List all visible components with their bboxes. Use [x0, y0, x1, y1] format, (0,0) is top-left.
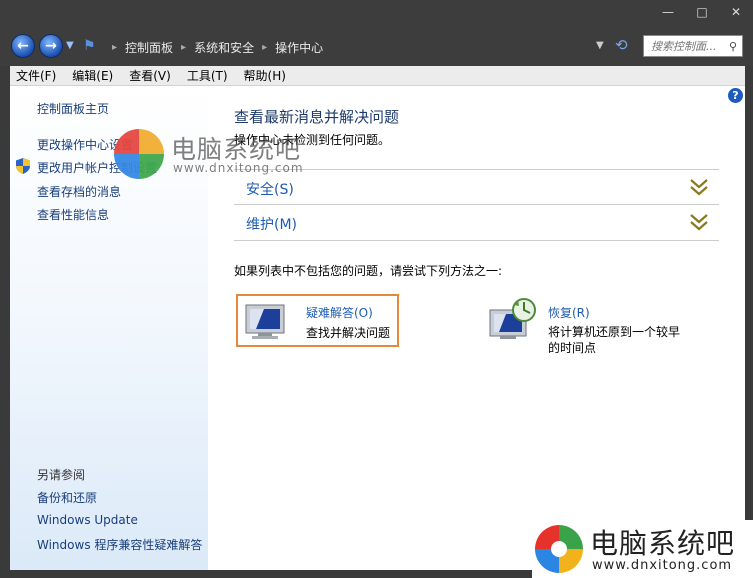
- menu-tools[interactable]: 工具(T): [187, 67, 228, 84]
- troubleshooting-option[interactable]: 疑难解答(O) 查找并解决问题: [236, 294, 399, 347]
- help-icon[interactable]: ?: [728, 88, 743, 103]
- window-controls: — □ ✕: [651, 0, 753, 24]
- search-box[interactable]: ⚲: [643, 35, 743, 57]
- back-button[interactable]: ←: [11, 34, 35, 58]
- suggestion-text: 如果列表中不包括您的问题，请尝试下列方法之一:: [234, 264, 503, 278]
- menu-help[interactable]: 帮助(H): [244, 67, 286, 84]
- minimize-button[interactable]: —: [651, 0, 685, 24]
- troubleshooting-description: 查找并解决问题: [306, 326, 391, 340]
- recovery-description: 将计算机还原到一个较早的时间点: [548, 325, 681, 355]
- watermark-badge: 电脑系统吧 www.dnxitong.com: [532, 520, 753, 578]
- sidebar-link-performance-info[interactable]: 查看性能信息: [37, 206, 109, 223]
- watermark-url: www.dnxitong.com: [173, 161, 304, 175]
- sidebar-link-control-panel-home[interactable]: 控制面板主页: [37, 100, 109, 117]
- breadcrumb: ▸ 控制面板 ▸ 系统和安全 ▸ 操作中心: [104, 39, 323, 56]
- refresh-icon[interactable]: ⟲: [615, 36, 628, 54]
- address-dropdown-icon[interactable]: ▼: [596, 40, 604, 51]
- close-button[interactable]: ✕: [719, 0, 753, 24]
- uac-shield-icon: [16, 158, 30, 174]
- menu-file[interactable]: 文件(F): [16, 67, 56, 84]
- watermark-logo-icon: [114, 129, 164, 179]
- watermark-url: www.dnxitong.com: [592, 558, 733, 573]
- page-title: 查看最新消息并解决问题: [234, 108, 400, 126]
- security-section-label: 安全(S): [246, 182, 294, 198]
- recent-pages-dropdown-icon[interactable]: ▼: [66, 40, 74, 51]
- breadcrumb-separator-icon[interactable]: ▸: [181, 42, 186, 53]
- menu-view[interactable]: 查看(V): [129, 67, 171, 84]
- menu-edit[interactable]: 编辑(E): [72, 67, 113, 84]
- sidebar-link-archived-messages[interactable]: 查看存档的消息: [37, 183, 121, 200]
- watermark-title: 电脑系统吧: [590, 527, 736, 560]
- forward-button[interactable]: →: [39, 34, 63, 58]
- expand-chevron-icon[interactable]: [689, 213, 709, 231]
- address-row: ← → ▼ ⚑ ▸ 控制面板 ▸ 系统和安全 ▸ 操作中心 ▼ ⟲ ⚲: [0, 30, 753, 62]
- expand-chevron-icon[interactable]: [689, 178, 709, 196]
- troubleshooting-icon: [245, 304, 285, 339]
- troubleshooting-link[interactable]: 疑难解答(O): [306, 304, 373, 321]
- breadcrumb-action-center[interactable]: 操作中心: [275, 39, 323, 56]
- title-bar: — □ ✕ ← → ▼ ⚑ ▸ 控制面板 ▸ 系统和安全 ▸ 操作中心 ▼ ⟲ …: [0, 0, 753, 66]
- menu-bar: 文件(F) 编辑(E) 查看(V) 工具(T) 帮助(H): [10, 66, 745, 86]
- watermark-logo-icon: [535, 525, 583, 573]
- sidebar-link-backup-restore[interactable]: 备份和还原: [37, 489, 97, 506]
- breadcrumb-separator-icon[interactable]: ▸: [262, 42, 267, 53]
- maintenance-section-label: 维护(M): [246, 217, 298, 233]
- search-input[interactable]: [651, 39, 727, 53]
- search-icon[interactable]: ⚲: [729, 40, 737, 53]
- recovery-link[interactable]: 恢复(R): [548, 304, 590, 321]
- action-center-flag-icon: ⚑: [83, 38, 96, 54]
- sidebar-link-windows-update[interactable]: Windows Update: [37, 513, 138, 527]
- maximize-button[interactable]: □: [685, 0, 719, 24]
- breadcrumb-separator-icon[interactable]: ▸: [112, 42, 117, 53]
- watermark-overlay: 电脑系统吧 www.dnxitong.com: [113, 128, 323, 180]
- see-also-heading: 另请参阅: [37, 468, 86, 482]
- sidebar-link-compatibility-troubleshooter[interactable]: Windows 程序兼容性疑难解答: [37, 536, 202, 553]
- recovery-icon: [489, 298, 536, 339]
- breadcrumb-system-security[interactable]: 系统和安全: [194, 39, 254, 56]
- breadcrumb-control-panel[interactable]: 控制面板: [125, 39, 173, 56]
- maintenance-section-header[interactable]: 维护(M): [234, 205, 719, 241]
